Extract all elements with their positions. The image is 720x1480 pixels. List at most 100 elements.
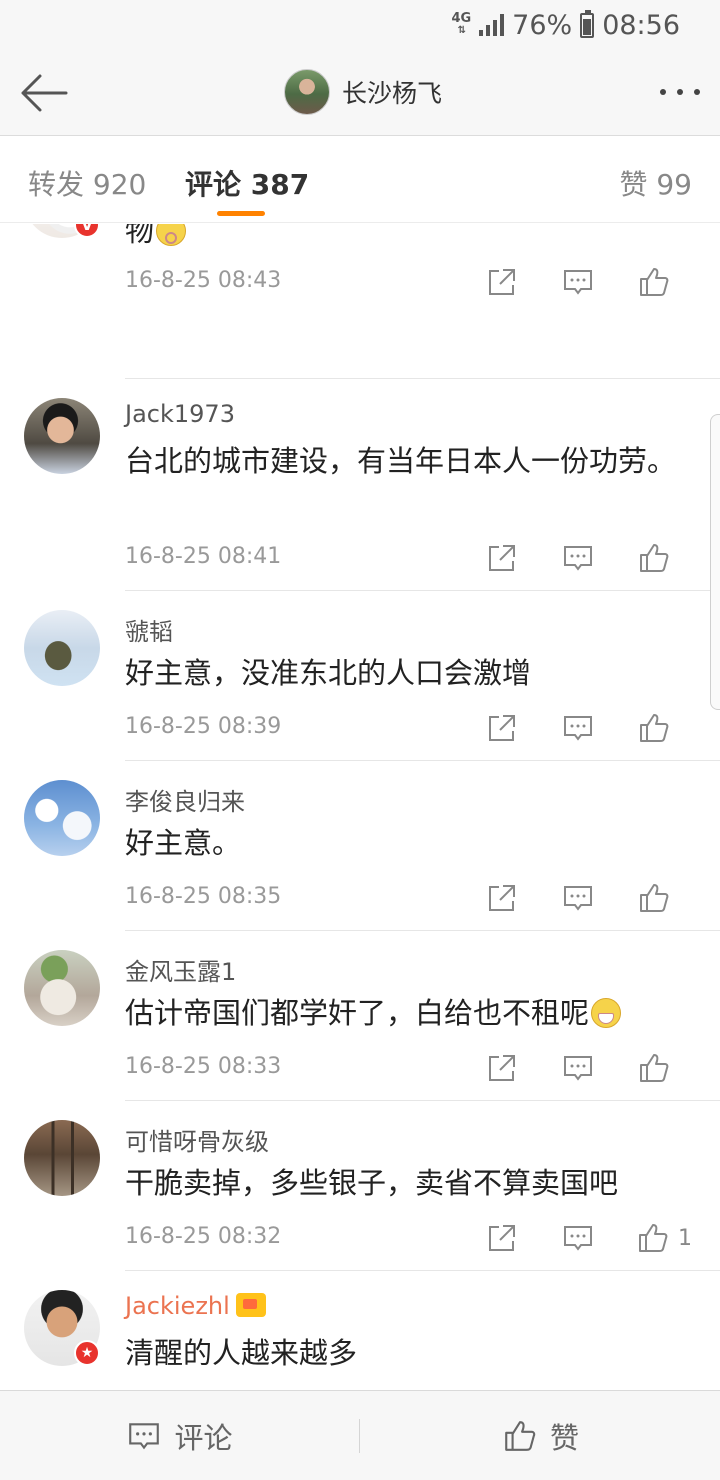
more-button[interactable]	[660, 80, 700, 104]
comment-text: 好主意，没准东北的人口会激增	[125, 656, 532, 690]
comment-time: 16-8-25 08:41	[125, 544, 282, 569]
comment-author[interactable]: 虢韬	[125, 612, 173, 647]
comment-author[interactable]: 可惜呀骨灰级	[125, 1122, 269, 1157]
grin-emoji-icon	[591, 998, 622, 1028]
reply-button[interactable]	[540, 878, 616, 918]
share-icon	[489, 715, 515, 741]
comment-avatar[interactable]	[24, 1120, 100, 1196]
comment-item: 可惜呀骨灰级 干脆卖掉，多些银子，卖省不算卖国吧 16-8-25 08:32 1	[0, 1102, 720, 1272]
reply-button[interactable]	[540, 1218, 616, 1258]
tab-likes[interactable]: 赞 99	[619, 163, 692, 203]
more-horizontal-icon	[660, 89, 666, 95]
comment-item: ★ Jackiezhl 清醒的人越来越多	[0, 1272, 720, 1390]
divider	[125, 1270, 720, 1271]
like-button[interactable]	[616, 262, 692, 302]
comment-icon	[564, 546, 592, 571]
divider	[125, 378, 720, 379]
repost-button[interactable]	[464, 1048, 540, 1088]
signal-icon	[479, 14, 505, 36]
network-type-label: 4G	[451, 11, 472, 26]
like-count: 1	[678, 1225, 692, 1251]
thumbs-up-icon	[639, 1224, 668, 1252]
like-post-button[interactable]: 赞	[361, 1391, 720, 1480]
comment-text: 说这种不负责任的话的人估计是中日友好的产物	[125, 224, 705, 254]
tab-repost[interactable]: 转发 920	[28, 163, 146, 203]
reply-button[interactable]	[540, 708, 616, 748]
divider	[125, 1100, 720, 1101]
reply-button[interactable]	[540, 1048, 616, 1088]
author-avatar[interactable]	[284, 69, 330, 115]
like-button[interactable]	[616, 708, 692, 748]
comment-avatar[interactable]	[24, 950, 100, 1026]
comment-avatar[interactable]	[24, 398, 100, 474]
comment-time: 16-8-25 08:33	[125, 1054, 282, 1079]
comment-item: 虢韬 好主意，没准东北的人口会激增 16-8-25 08:39	[0, 592, 720, 762]
back-button[interactable]	[18, 68, 70, 118]
thumbs-up-icon	[640, 1054, 669, 1082]
like-button-label: 赞	[549, 1421, 579, 1455]
comment-item: Jack1973 台北的城市建设，有当年日本人一份功劳。 16-8-25 08:…	[0, 380, 720, 592]
crown-badge-icon	[235, 1293, 266, 1317]
share-icon	[489, 545, 515, 571]
thumbs-up-icon	[640, 884, 669, 912]
comment-button[interactable]: 评论	[0, 1391, 359, 1480]
comment-text: 估计帝国们都学奸了，白给也不租呢	[125, 990, 705, 1036]
comment-avatar[interactable]	[24, 610, 100, 686]
repost-button[interactable]	[464, 538, 540, 578]
like-button[interactable]	[616, 538, 692, 578]
page-title: 长沙杨飞	[342, 79, 443, 108]
divider	[125, 930, 720, 931]
share-icon	[489, 885, 515, 911]
comment-avatar[interactable]	[24, 780, 100, 856]
comment-text: 好主意。	[125, 826, 242, 860]
thumbs-up-icon	[640, 268, 669, 296]
thumbs-up-icon	[505, 1421, 536, 1451]
thumbs-up-icon	[640, 714, 669, 742]
comment-text: 台北的城市建设，有当年日本人一份功劳。	[125, 444, 677, 478]
comment-icon	[564, 716, 592, 741]
repost-button[interactable]	[464, 262, 540, 302]
reply-button[interactable]	[540, 538, 616, 578]
comment-text: 清醒的人越来越多	[125, 1336, 358, 1370]
network-type-icon: 4G ⇅	[451, 11, 472, 36]
comment-time: 16-8-25 08:32	[125, 1224, 282, 1249]
comment-icon	[564, 270, 592, 295]
like-button[interactable]: 1	[616, 1218, 692, 1258]
thumbs-up-icon	[640, 544, 669, 572]
comment-button-label: 评论	[174, 1421, 233, 1455]
like-button[interactable]	[616, 878, 692, 918]
tab-active-indicator	[217, 211, 265, 216]
like-button[interactable]	[616, 1048, 692, 1088]
bottom-action-bar: 评论 赞	[0, 1390, 720, 1480]
comment-icon	[129, 1423, 160, 1450]
comment-icon	[564, 886, 592, 911]
battery-percent: 76%	[512, 9, 573, 41]
comment-actions: 1	[464, 1218, 692, 1258]
comment-actions	[464, 538, 692, 578]
sick-emoji-icon	[156, 224, 187, 246]
comment-time: 16-8-25 08:43	[125, 268, 282, 293]
comment-text: 干脆卖掉，多些银子，卖省不算卖国吧	[125, 1166, 619, 1200]
tab-bar: 转发 920 评论 387 赞 99	[0, 137, 720, 223]
comment-author[interactable]: Jackiezhl	[125, 1292, 266, 1320]
repost-button[interactable]	[464, 1218, 540, 1258]
post-author[interactable]: 长沙杨飞	[284, 68, 442, 116]
scroll-handle[interactable]	[710, 414, 720, 710]
tab-comments[interactable]: 评论 387	[185, 163, 309, 203]
comment-author[interactable]: 李俊良归来	[125, 782, 245, 817]
comment-icon	[564, 1056, 592, 1081]
reply-button[interactable]	[540, 262, 616, 302]
comment-actions	[464, 708, 692, 748]
comment-actions	[464, 262, 692, 302]
comment-author[interactable]: Jack1973	[125, 400, 235, 428]
comment-time: 16-8-25 08:39	[125, 714, 282, 739]
repost-button[interactable]	[464, 878, 540, 918]
comment-actions	[464, 1048, 692, 1088]
repost-button[interactable]	[464, 708, 540, 748]
status-icons: 4G ⇅ 76% 08:56	[451, 8, 680, 42]
comment-author[interactable]: 金风玉露1	[125, 952, 236, 987]
divider	[125, 590, 720, 591]
status-bar: 4G ⇅ 76% 08:56	[0, 0, 720, 50]
share-icon	[489, 1225, 515, 1251]
comment-list[interactable]: V 说这种不负责任的话的人估计是中日友好的产物 16-8-25 08:43 Ja…	[0, 224, 720, 1390]
